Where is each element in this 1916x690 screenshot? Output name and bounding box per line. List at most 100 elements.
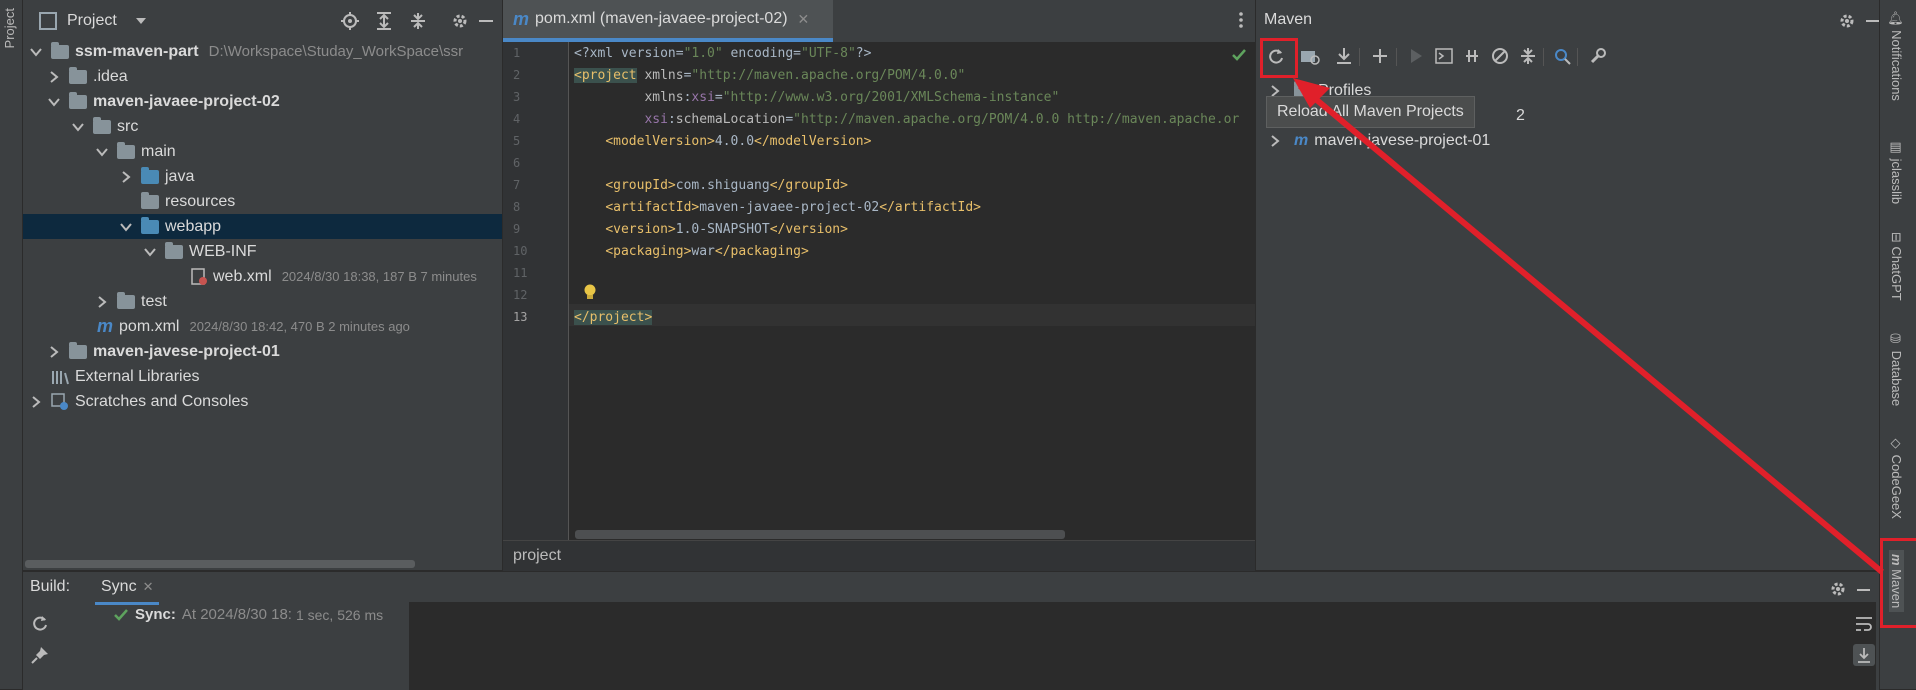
- soft-wrap-icon[interactable]: [1855, 616, 1873, 632]
- tree-item-java[interactable]: java: [23, 164, 502, 189]
- code-line: xmlns:xsi="http://www.w3.org/2001/XMLSch…: [644, 90, 1060, 105]
- code-line: <modelVersion>4.0.0</modelVersion>: [605, 134, 872, 149]
- chevron-down-icon[interactable]: [119, 220, 133, 234]
- codegeex-tool-tab[interactable]: ◇ CodeGeeX: [1889, 436, 1904, 519]
- tree-item-pom-xml[interactable]: m pom.xml 2024/8/30 18:42, 470 B 2 minut…: [23, 314, 502, 339]
- resources-folder-icon: [141, 191, 159, 209]
- collapse-all-icon[interactable]: [409, 12, 427, 30]
- tree-item-maven-javaee-project-02[interactable]: maven-javaee-project-02: [23, 89, 502, 114]
- generate-sources-button[interactable]: [1296, 42, 1324, 70]
- tree-item-maven-javese-project-01[interactable]: maven-javese-project-01: [23, 339, 502, 364]
- rerun-icon[interactable]: [31, 614, 49, 632]
- locate-file-icon[interactable]: [341, 12, 359, 30]
- analyze-dependencies-button[interactable]: [1548, 42, 1576, 70]
- chevron-right-icon[interactable]: [1268, 134, 1282, 148]
- sync-status-row[interactable]: Sync: At 2024/8/30 18: 1 sec, 526 ms: [113, 606, 383, 623]
- download-sources-button[interactable]: [1330, 42, 1358, 70]
- web-folder-icon: [141, 216, 159, 234]
- chevron-right-icon[interactable]: [29, 395, 43, 409]
- tree-item-idea[interactable]: .idea: [23, 64, 502, 89]
- tree-item-src[interactable]: src: [23, 114, 502, 139]
- scroll-to-end-icon[interactable]: [1853, 644, 1875, 666]
- skip-tests-button[interactable]: [1486, 42, 1514, 70]
- breadcrumb-item[interactable]: project: [513, 547, 561, 565]
- build-hide-panel-icon[interactable]: [1857, 589, 1870, 591]
- tree-item-webapp[interactable]: webapp: [23, 214, 502, 239]
- maven-hide-panel-icon[interactable]: [1866, 20, 1879, 22]
- expand-all-icon[interactable]: [375, 12, 393, 30]
- project-tool-tab[interactable]: Project: [2, 8, 17, 48]
- tree-item-external-libraries[interactable]: External Libraries: [23, 364, 502, 389]
- project-panel-icon: [39, 12, 57, 30]
- tree-item-label: webapp: [165, 217, 222, 235]
- maven-panel: Maven Profiles 2 m maven-javese-project-…: [1256, 0, 1879, 570]
- close-tab-icon[interactable]: ✕: [143, 579, 154, 595]
- lightbulb-icon[interactable]: [583, 284, 597, 302]
- more-options-icon[interactable]: [1239, 12, 1243, 28]
- editor-tab-pom-xml[interactable]: m pom.xml (maven-javaee-project-02) ✕: [503, 0, 833, 42]
- chevron-right-icon[interactable]: [95, 295, 109, 309]
- database-tool-tab[interactable]: ⛁ Database: [1889, 332, 1904, 406]
- build-output-area[interactable]: [410, 602, 1876, 690]
- collapse-all-button[interactable]: [1514, 42, 1542, 70]
- horizontal-scrollbar[interactable]: [25, 560, 415, 568]
- chevron-right-icon[interactable]: [47, 345, 61, 359]
- run-maven-build-button[interactable]: [1402, 42, 1430, 70]
- tree-item-meta: 2024/8/30 18:42, 470 B 2 minutes ago: [189, 319, 410, 334]
- tree-item-scratches[interactable]: Scratches and Consoles: [23, 389, 502, 414]
- maven-settings-gear-icon[interactable]: [1838, 12, 1856, 30]
- chevron-down-icon[interactable]: [47, 95, 61, 109]
- settings-gear-icon[interactable]: [451, 12, 469, 30]
- chevron-down-icon[interactable]: [95, 145, 109, 159]
- tree-item-label: External Libraries: [75, 367, 200, 385]
- pin-icon[interactable]: [31, 646, 49, 664]
- tree-item-test[interactable]: test: [23, 289, 502, 314]
- close-tab-icon[interactable]: ✕: [798, 11, 810, 28]
- tree-item-web-xml[interactable]: web.xml 2024/8/30 18:38, 187 B 7 minutes: [23, 264, 502, 289]
- maven-tree-label: 2: [1516, 106, 1525, 124]
- build-settings-gear-icon[interactable]: [1829, 580, 1847, 598]
- maven-settings-button[interactable]: [1584, 42, 1612, 70]
- database-icon: ⛁: [1889, 332, 1904, 351]
- chevron-right-icon[interactable]: [47, 70, 61, 84]
- add-maven-project-button[interactable]: [1366, 42, 1394, 70]
- chevron-down-icon[interactable]: [29, 45, 43, 59]
- no-problems-check-icon[interactable]: [1231, 48, 1247, 62]
- tree-item-ssm-maven-part[interactable]: ssm-maven-part D:\Workspace\Studay_WorkS…: [23, 39, 502, 64]
- folder-icon: [117, 141, 135, 159]
- maven-tree-item-javese[interactable]: m maven-javese-project-01: [1256, 128, 1879, 153]
- toolbar-separator: [1359, 48, 1360, 66]
- execute-goal-button[interactable]: [1430, 42, 1458, 70]
- editor-horizontal-scrollbar[interactable]: [575, 530, 1065, 539]
- notifications-tool-tab[interactable]: 🔔︎ Notifications: [1889, 10, 1904, 101]
- tree-item-label: main: [141, 142, 176, 160]
- project-view-dropdown-icon[interactable]: [135, 17, 147, 25]
- libraries-icon: [51, 369, 69, 385]
- jclasslib-tool-tab[interactable]: ▤ jclasslib: [1889, 140, 1904, 204]
- chevron-down-icon[interactable]: [71, 120, 85, 134]
- skip-tests-icon: [1492, 48, 1508, 64]
- project-panel-header: Project: [23, 0, 502, 42]
- chevron-down-icon[interactable]: [143, 245, 157, 259]
- toolbar-separator: [1577, 48, 1578, 66]
- toggle-offline-button[interactable]: [1458, 42, 1486, 70]
- project-tool-tab-label: Project: [2, 8, 17, 49]
- hide-panel-icon[interactable]: [479, 20, 493, 22]
- tree-item-resources[interactable]: resources: [23, 189, 502, 214]
- sync-text: At 2024/8/30 18:: [181, 606, 292, 623]
- tree-item-meta: 2024/8/30 18:38, 187 B 7 minutes: [281, 269, 477, 284]
- build-tab-sync[interactable]: Sync ✕: [95, 572, 160, 605]
- highlight-box-reload-button: [1260, 38, 1298, 78]
- tool-tab-label: CodeGeeX: [1889, 454, 1904, 519]
- bell-icon: 🔔︎: [1889, 10, 1904, 31]
- code-area[interactable]: <?xml version="1.0" encoding="UTF-8"?> <…: [503, 42, 1255, 540]
- toolbar-separator: [1396, 48, 1397, 66]
- project-panel-title[interactable]: Project: [67, 12, 117, 30]
- tree-item-web-inf[interactable]: WEB-INF: [23, 239, 502, 264]
- chevron-right-icon[interactable]: [119, 170, 133, 184]
- tree-item-main[interactable]: main: [23, 139, 502, 164]
- chatgpt-tool-tab[interactable]: ⊟ ChatGPT: [1889, 232, 1904, 301]
- tool-tab-label: jclasslib: [1889, 158, 1904, 205]
- module-folder-icon: [69, 91, 87, 109]
- code-line: xsi:schemaLocation="http://maven.apache.…: [644, 112, 1240, 127]
